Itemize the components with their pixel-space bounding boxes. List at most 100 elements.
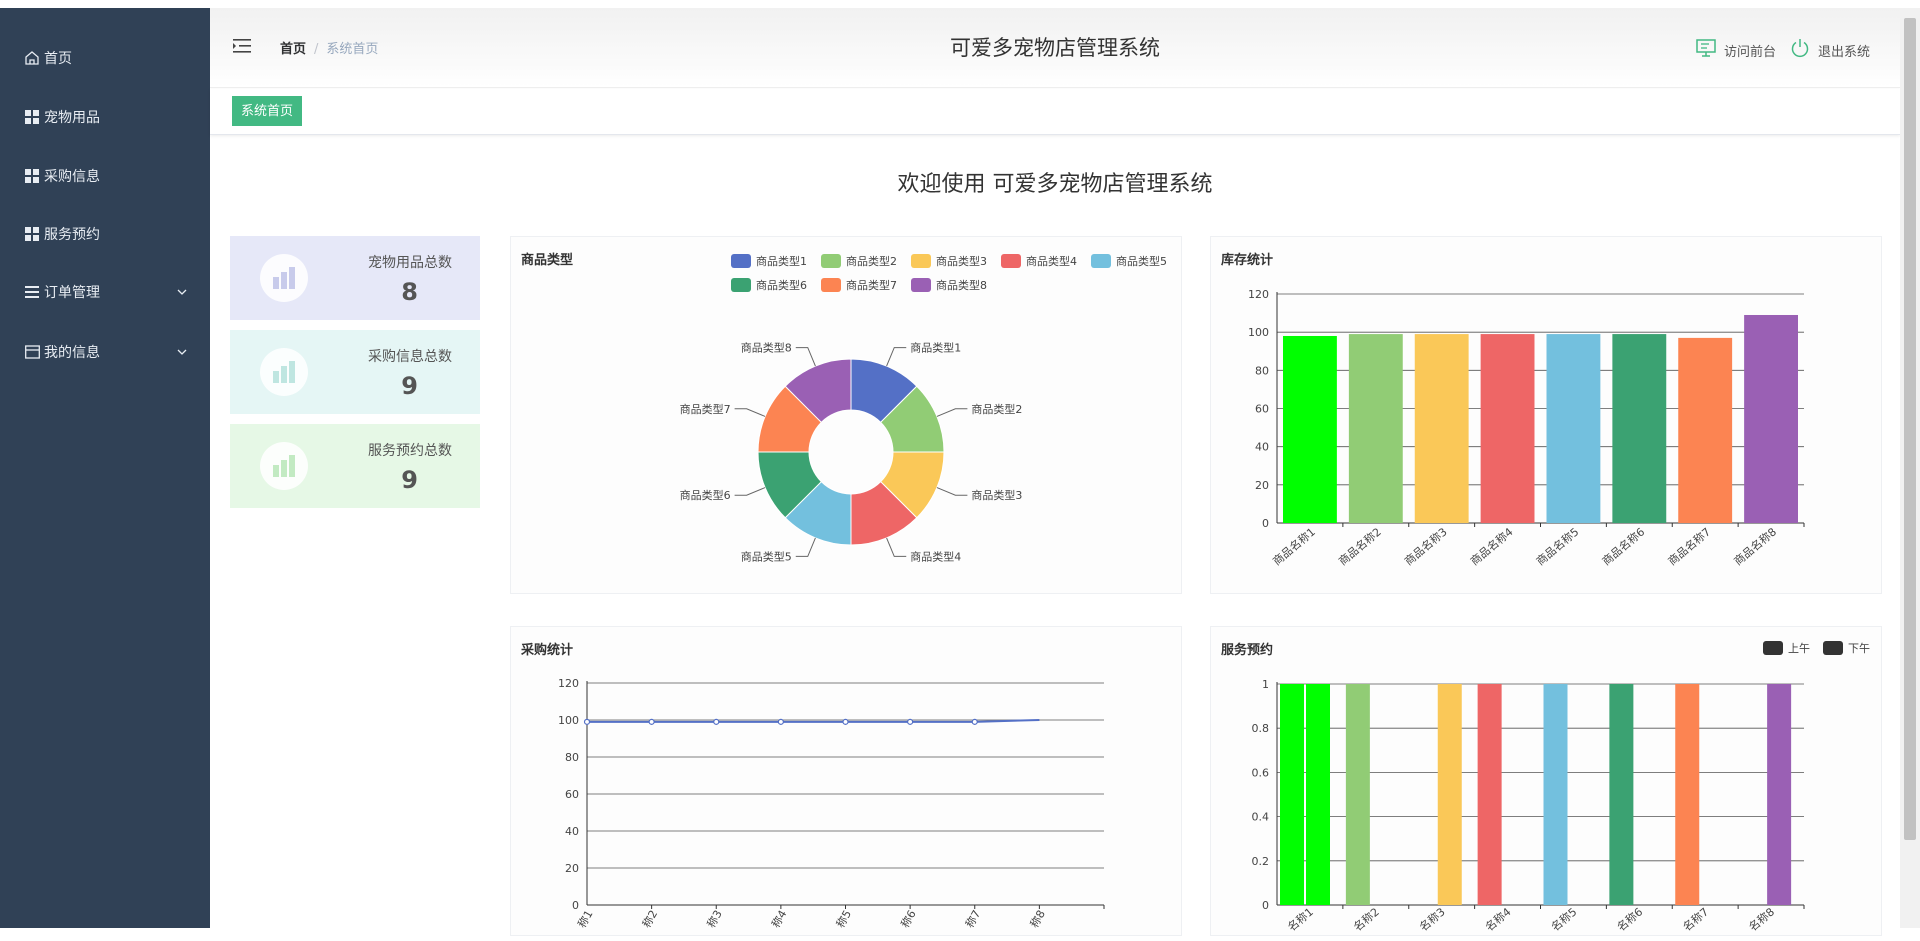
y-tick-label: 60 — [1255, 403, 1269, 416]
scrollbar-thumb[interactable] — [1904, 18, 1916, 840]
legend-label: 商品类型5 — [1116, 254, 1167, 268]
stat-value: 9 — [401, 466, 418, 494]
sidebar-item-service-booking[interactable]: 服务预约 — [0, 214, 210, 254]
legend-swatch — [1001, 254, 1021, 268]
sidebar: 首页 宠物用品 采购信息 服务预约 订单管理 我的信息 — [0, 8, 210, 928]
tag-dashboard[interactable]: 系统首页 — [232, 96, 303, 126]
bar — [1543, 684, 1568, 905]
legend-swatch — [731, 254, 751, 268]
data-point — [777, 718, 784, 725]
sidebar-item-pet-supplies[interactable]: 宠物用品 — [0, 97, 210, 137]
x-tick-label: 商品名称3 — [1402, 525, 1450, 569]
pie-label-line — [886, 537, 907, 557]
card-purchase-stats: 采购统计 0 20 40 60 80 100 120 称1 称2 称3 称4 称5 称6 称7 称8 — [510, 626, 1182, 936]
x-tick-label: 名称2 — [1351, 905, 1382, 934]
power-icon — [1790, 38, 1818, 62]
bar — [1283, 335, 1337, 523]
bar — [1480, 334, 1535, 523]
legend-swatch — [1763, 641, 1783, 655]
grid-icon — [23, 225, 41, 243]
bar-chart-icon — [260, 442, 308, 490]
x-tick-label: 商品名称6 — [1599, 525, 1647, 569]
bar — [1477, 684, 1502, 905]
logout-link[interactable]: 退出系统 — [1790, 38, 1870, 62]
data-point — [583, 718, 591, 725]
x-tick-label: 称8 — [1027, 908, 1048, 931]
legend-label: 商品类型6 — [756, 278, 807, 292]
bar — [1414, 334, 1469, 523]
y-tick-label: 0.2 — [1252, 855, 1270, 868]
pie-label-line — [734, 487, 766, 496]
stat-label: 采购信息总数 — [368, 349, 452, 365]
visit-front-label: 访问前台 — [1723, 44, 1776, 60]
legend-label: 商品类型1 — [756, 254, 807, 268]
data-point — [907, 718, 914, 725]
pie-slice-label: 商品类型6 — [680, 488, 731, 502]
y-tick-label: 0 — [1262, 517, 1269, 530]
y-tick-label: 120 — [1248, 288, 1269, 301]
x-tick-label: 商品名称1 — [1270, 525, 1318, 569]
sidebar-item-my-info[interactable]: 我的信息 — [0, 332, 210, 372]
chart-title: 库存统计 — [1221, 253, 1274, 268]
x-tick-label: 商品名称4 — [1467, 525, 1515, 569]
bar — [1345, 684, 1370, 905]
legend-label: 商品类型4 — [1026, 254, 1077, 268]
chevron-down-icon — [176, 286, 188, 298]
x-tick-label: 商品名称8 — [1731, 525, 1779, 569]
x-tick-label: 名称6 — [1614, 905, 1645, 934]
sidebar-item-order-management[interactable]: 订单管理 — [0, 272, 210, 312]
pie-label-line — [936, 487, 968, 496]
legend-swatch — [911, 254, 931, 268]
pie-label-line — [886, 347, 907, 367]
sidebar-item-home[interactable]: 首页 — [0, 38, 210, 78]
pie-slice-label: 商品类型5 — [741, 549, 792, 563]
bar — [1280, 684, 1304, 905]
page-scrollbar[interactable] — [1900, 8, 1920, 928]
legend-label: 商品类型2 — [846, 254, 897, 268]
bar — [1348, 334, 1403, 523]
pie-slice-label: 商品类型2 — [971, 402, 1022, 416]
chart-title: 服务预约 — [1221, 643, 1274, 658]
top-strip — [0, 0, 1920, 8]
y-tick-label: 0.4 — [1252, 811, 1270, 824]
x-tick-label: 称7 — [962, 908, 983, 931]
x-tick-label: 名称5 — [1548, 905, 1579, 934]
y-tick-label: 0.6 — [1252, 766, 1270, 779]
chevron-down-icon — [176, 346, 188, 358]
bar — [1767, 684, 1792, 905]
chart-title: 采购统计 — [521, 643, 574, 658]
list-icon — [23, 283, 41, 301]
stat-value: 8 — [401, 278, 418, 306]
sidebar-item-label: 我的信息 — [44, 345, 100, 361]
legend-label: 上午 — [1788, 642, 1810, 655]
bar — [1546, 334, 1601, 523]
visit-front-link[interactable]: 访问前台 — [1696, 39, 1776, 61]
y-tick-label: 60 — [565, 788, 579, 801]
x-tick-label: 名称3 — [1416, 905, 1447, 934]
x-tick-label: 称4 — [768, 908, 789, 931]
legend-label: 商品类型8 — [936, 278, 987, 292]
x-tick-label: 商品名称7 — [1665, 525, 1713, 569]
legend-swatch — [1823, 641, 1843, 655]
y-tick-label: 40 — [565, 825, 579, 838]
y-tick-label: 80 — [565, 751, 579, 764]
pie-label-line — [795, 537, 816, 557]
y-tick-label: 0.8 — [1252, 722, 1270, 735]
main-area: 首页 / 系统首页 可爱多宠物店管理系统 访问前台 退出系统 系统首页 欢迎使用 可… — [210, 8, 1900, 936]
bar — [1437, 684, 1462, 905]
pie-slice-label: 商品类型4 — [910, 549, 961, 563]
bar-chart-icon — [260, 254, 308, 302]
sidebar-item-label: 服务预约 — [44, 227, 100, 243]
card-service-booking: 服务预约 上午 下午 0 0.2 0.4 0.6 0.8 1 名称1 名称2 名称3 名称4 名称5 名称… — [1210, 626, 1882, 936]
monitor-icon — [1696, 39, 1724, 61]
pie-label-line — [936, 408, 968, 417]
x-tick-label: 称3 — [704, 908, 725, 931]
x-tick-label: 称5 — [833, 908, 854, 931]
bar — [1306, 684, 1330, 905]
sidebar-item-purchase-info[interactable]: 采购信息 — [0, 156, 210, 196]
y-tick-label: 120 — [558, 677, 579, 690]
pie-slice-label: 商品类型7 — [680, 402, 731, 416]
legend-swatch — [911, 278, 931, 292]
bar — [1744, 314, 1798, 523]
legend-swatch — [821, 254, 841, 268]
